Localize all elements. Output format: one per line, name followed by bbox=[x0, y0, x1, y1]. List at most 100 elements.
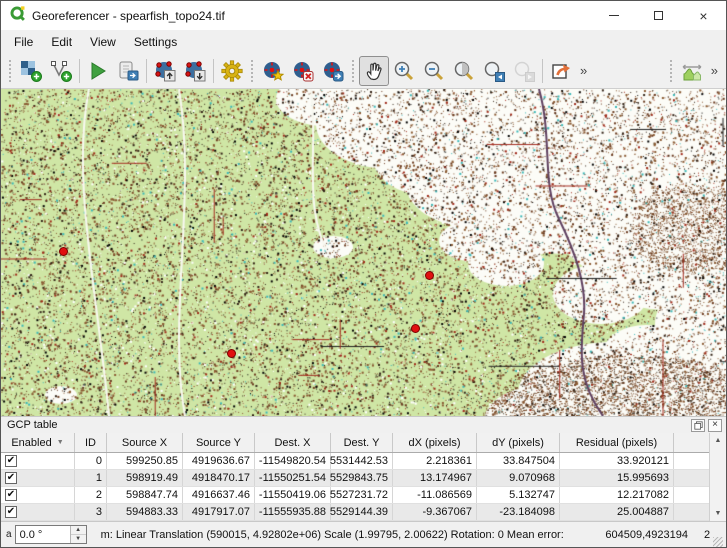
toolbar-grip[interactable] bbox=[352, 60, 355, 82]
cell-dx-pixels[interactable]: 13.174967 bbox=[393, 470, 477, 486]
menu-file[interactable]: File bbox=[5, 32, 42, 52]
column-header-dest-x[interactable]: Dest. X bbox=[255, 433, 331, 452]
cell-id[interactable]: 1 bbox=[75, 470, 107, 486]
panel-close-button[interactable]: × bbox=[708, 419, 722, 432]
column-header-dx-pixels[interactable]: dX (pixels) bbox=[393, 433, 477, 452]
toolbar-overflow-chevron[interactable]: » bbox=[707, 63, 722, 78]
cell-source-x[interactable]: 594883.33 bbox=[107, 504, 183, 520]
cell-source-x[interactable]: 598919.49 bbox=[107, 470, 183, 486]
open-raster-button[interactable] bbox=[16, 56, 46, 86]
spin-up-button[interactable]: ▲ bbox=[71, 526, 86, 534]
table-row[interactable]: ✔ 3 594883.33 4917917.07 -11555935.88 55… bbox=[1, 504, 709, 521]
cell-dest-x[interactable]: -11550251.54 bbox=[255, 470, 331, 486]
gcp-marker[interactable] bbox=[227, 349, 236, 358]
cell-id[interactable]: 0 bbox=[75, 453, 107, 469]
gcp-marker[interactable] bbox=[411, 324, 420, 333]
cell-id[interactable]: 2 bbox=[75, 487, 107, 503]
table-scrollbar[interactable]: ▲ ▼ bbox=[709, 433, 726, 521]
column-header-source-x[interactable]: Source X bbox=[107, 433, 183, 452]
enabled-checkbox[interactable]: ✔ bbox=[5, 489, 17, 501]
column-header-residual[interactable]: Residual (pixels) bbox=[560, 433, 674, 452]
column-header-id[interactable]: ID bbox=[75, 433, 107, 452]
load-gcp-points-button[interactable] bbox=[150, 56, 180, 86]
cell-source-y[interactable]: 4919636.67 bbox=[183, 453, 255, 469]
cell-dy-pixels[interactable]: 33.847504 bbox=[477, 453, 560, 469]
cell-dest-y[interactable]: 5529843.75 bbox=[331, 470, 393, 486]
enabled-checkbox[interactable]: ✔ bbox=[5, 455, 17, 467]
cell-dest-y[interactable]: 5527231.72 bbox=[331, 487, 393, 503]
table-row[interactable]: ✔ 0 599250.85 4919636.67 -11549820.54 55… bbox=[1, 453, 709, 470]
delete-point-button[interactable] bbox=[288, 56, 318, 86]
gcp-panel-titlebar[interactable]: GCP table × bbox=[1, 416, 726, 433]
zoom-in-button[interactable] bbox=[389, 56, 419, 86]
cell-dx-pixels[interactable]: -11.086569 bbox=[393, 487, 477, 503]
cell-dest-x[interactable]: -11550419.06 bbox=[255, 487, 331, 503]
start-georeferencing-button[interactable] bbox=[83, 56, 113, 86]
enabled-checkbox[interactable]: ✔ bbox=[5, 506, 17, 518]
table-row[interactable]: ✔ 2 598847.74 4916637.46 -11550419.06 55… bbox=[1, 487, 709, 504]
maximize-button[interactable] bbox=[636, 1, 681, 30]
zoom-last-button[interactable] bbox=[479, 56, 509, 86]
cell-residual[interactable]: 12.217082 bbox=[560, 487, 674, 503]
cell-source-x[interactable]: 598847.74 bbox=[107, 487, 183, 503]
gdal-script-button[interactable] bbox=[113, 56, 143, 86]
add-point-button[interactable] bbox=[258, 56, 288, 86]
rotation-value[interactable]: 0.0 ° bbox=[16, 526, 70, 543]
cell-dest-x[interactable]: -11549820.54 bbox=[255, 453, 331, 469]
cell-source-y[interactable]: 4918470.17 bbox=[183, 470, 255, 486]
pan-button[interactable] bbox=[359, 56, 389, 86]
cell-source-x[interactable]: 599250.85 bbox=[107, 453, 183, 469]
panel-close-icon: × bbox=[712, 420, 718, 430]
menu-view[interactable]: View bbox=[81, 32, 125, 52]
rotation-spinbox[interactable]: 0.0 ° ▲ ▼ bbox=[15, 525, 87, 544]
scroll-up-button[interactable]: ▲ bbox=[710, 433, 726, 448]
close-button[interactable]: × bbox=[681, 1, 726, 30]
toolbar-grip[interactable] bbox=[670, 60, 673, 82]
cell-dy-pixels[interactable]: 9.070968 bbox=[477, 470, 560, 486]
zoom-next-button[interactable] bbox=[509, 56, 539, 86]
menu-settings[interactable]: Settings bbox=[125, 32, 186, 52]
enabled-checkbox[interactable]: ✔ bbox=[5, 472, 17, 484]
gcp-marker[interactable] bbox=[59, 247, 68, 256]
cell-dy-pixels[interactable]: 5.132747 bbox=[477, 487, 560, 503]
cell-dest-y[interactable]: 5531442.53 bbox=[331, 453, 393, 469]
cell-source-y[interactable]: 4916637.46 bbox=[183, 487, 255, 503]
cell-dest-y[interactable]: 5529144.39 bbox=[331, 504, 393, 520]
column-header-source-y[interactable]: Source Y bbox=[183, 433, 255, 452]
cell-dx-pixels[interactable]: -9.367067 bbox=[393, 504, 477, 520]
map-canvas[interactable] bbox=[1, 89, 726, 416]
toolbar-grip[interactable] bbox=[251, 60, 254, 82]
cell-dy-pixels[interactable]: -23.184098 bbox=[477, 504, 560, 520]
resize-grip[interactable] bbox=[713, 537, 723, 547]
link-georeferencer-qgis-button[interactable] bbox=[546, 56, 576, 86]
cell-dest-x[interactable]: -11555935.88 bbox=[255, 504, 331, 520]
panel-float-button[interactable] bbox=[691, 419, 705, 432]
gcp-marker[interactable] bbox=[425, 271, 434, 280]
zoom-to-layer-button[interactable] bbox=[449, 56, 479, 86]
cell-id[interactable]: 3 bbox=[75, 504, 107, 520]
column-header-dest-y[interactable]: Dest. Y bbox=[331, 433, 393, 452]
toolbar-separator bbox=[213, 59, 214, 83]
minimize-button[interactable] bbox=[591, 1, 636, 30]
titlebar[interactable]: Georeferencer - spearfish_topo24.tif × bbox=[1, 1, 726, 30]
spin-down-button[interactable]: ▼ bbox=[71, 534, 86, 543]
toolbar-grip[interactable] bbox=[9, 60, 12, 82]
cell-residual[interactable]: 15.995693 bbox=[560, 470, 674, 486]
move-point-button[interactable] bbox=[318, 56, 348, 86]
table-row[interactable]: ✔ 1 598919.49 4918470.17 -11550251.54 55… bbox=[1, 470, 709, 487]
open-vector-button[interactable] bbox=[46, 56, 76, 86]
transformation-settings-button[interactable] bbox=[217, 56, 247, 86]
cell-residual[interactable]: 33.920121 bbox=[560, 453, 674, 469]
toolbar-overflow-chevron[interactable]: » bbox=[576, 63, 591, 78]
map-canvas-wrap[interactable] bbox=[1, 89, 726, 416]
histogram-stretch-button[interactable] bbox=[677, 56, 707, 86]
cell-dx-pixels[interactable]: 2.218361 bbox=[393, 453, 477, 469]
menu-edit[interactable]: Edit bbox=[42, 32, 81, 52]
save-gcp-points-button[interactable] bbox=[180, 56, 210, 86]
column-header-dy-pixels[interactable]: dY (pixels) bbox=[477, 433, 560, 452]
cell-source-y[interactable]: 4917917.07 bbox=[183, 504, 255, 520]
scroll-down-button[interactable]: ▼ bbox=[710, 506, 726, 521]
zoom-out-button[interactable] bbox=[419, 56, 449, 86]
column-header-enabled[interactable]: Enabled▼ bbox=[1, 433, 75, 452]
cell-residual[interactable]: 25.004887 bbox=[560, 504, 674, 520]
